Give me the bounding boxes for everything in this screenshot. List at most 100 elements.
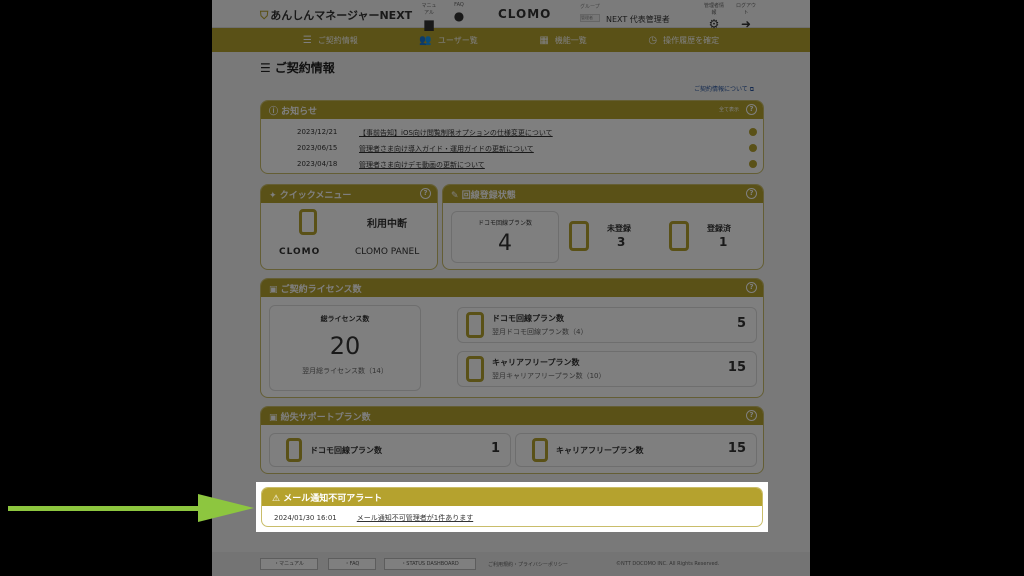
- admin-name: NEXT 代表管理者: [606, 15, 670, 24]
- license-card: ▣ ご契約ライセンス数 ? 総ライセンス数 20 翌月総ライセンス数（14） ド…: [260, 278, 764, 398]
- nav-contract[interactable]: ☰ ご契約情報: [303, 35, 358, 46]
- card-icon: ▣: [269, 413, 281, 423]
- grid-icon: ▦: [539, 34, 549, 46]
- logout-button[interactable]: ログアウト ➜: [734, 2, 758, 31]
- green-arrow-icon: [8, 494, 254, 522]
- help-icon[interactable]: ?: [746, 410, 757, 421]
- warning-icon: ⚠: [272, 494, 284, 504]
- user-gear-icon: ⚙: [708, 17, 720, 31]
- manual-label: マニュアル: [421, 3, 437, 16]
- admin-settings-label: 管理者情報: [703, 3, 724, 16]
- list-item[interactable]: 2023/12/21 【事前告知】iOS向け閲覧制限オプションの仕様変更について: [261, 125, 763, 141]
- docomo-lines-box: ドコモ回線プラン数 4: [451, 211, 559, 263]
- docomo-lines-value: 4: [498, 231, 512, 256]
- info-icon: ⓘ: [269, 107, 282, 117]
- license-title: ご契約ライセンス数: [280, 285, 362, 295]
- logout-icon: ➜: [740, 17, 752, 31]
- registered-label: 登録済: [707, 224, 731, 233]
- news-list: 2023/12/21 【事前告知】iOS向け閲覧制限オプションの仕様変更について …: [261, 119, 763, 173]
- help-icon[interactable]: ?: [746, 104, 757, 115]
- show-all-link[interactable]: 全て表示: [719, 106, 739, 113]
- header: ⛉ あんしんマネージャーNEXT マニュアル ▆ FAQ ● CLOMO グループ 管…: [212, 0, 810, 31]
- total-license-box: 総ライセンス数 20 翌月総ライセンス数（14）: [269, 305, 421, 391]
- support-docomo-label: ドコモ回線プラン数: [310, 446, 382, 455]
- chat-icon: ●: [453, 9, 465, 23]
- support-carrier-label: キャリアフリープラン数: [556, 446, 644, 455]
- nav-functions-label: 機能一覧: [554, 35, 587, 45]
- news-card: ⓘ お知らせ 全て表示 ? 2023/12/21 【事前告知】iOS向け閲覧制限オ…: [260, 100, 764, 174]
- list-item[interactable]: 2023/06/15 管理者さま向け導入ガイド・運用ガイドの更新について: [261, 141, 763, 157]
- clomo-panel-link[interactable]: CLOMO PANEL: [355, 247, 419, 257]
- group-select[interactable]: 管理者: [580, 14, 600, 22]
- users-icon: 👥: [419, 34, 432, 46]
- help-icon[interactable]: ?: [420, 188, 431, 199]
- quick-menu-body: 利用中断 CLOMO CLOMO PANEL: [261, 203, 437, 269]
- carrier-license-value: 15: [727, 360, 746, 375]
- about-contract-link[interactable]: ご契約情報について ⧉: [694, 84, 754, 94]
- footer-manual-link[interactable]: ・マニュアル: [260, 558, 318, 570]
- support-docomo-value: 1: [490, 441, 500, 456]
- unregistered-label: 未登録: [607, 224, 631, 233]
- line-status-title: 回線登録状態: [461, 191, 516, 201]
- nav-users[interactable]: 👥 ユーザー覧: [419, 35, 477, 46]
- nav-contract-label: ご契約情報: [317, 35, 358, 45]
- nav-functions[interactable]: ▦ 機能一覧: [539, 35, 586, 46]
- help-icon[interactable]: ?: [746, 188, 757, 199]
- arrow-circle-icon[interactable]: [749, 144, 757, 152]
- news-title: お知らせ: [281, 107, 317, 117]
- support-header: ▣ 紛失サポートプラン数 ?: [261, 407, 763, 425]
- smartphone-icon: [466, 356, 484, 382]
- book-icon: ▆: [424, 17, 434, 31]
- suspend-button[interactable]: 利用中断: [367, 215, 407, 230]
- news-date: 2023/12/21: [297, 128, 338, 136]
- about-contract-text: ご契約情報について: [693, 86, 748, 93]
- support-card: ▣ 紛失サポートプラン数 ? ドコモ回線プラン数 1 キャリアフリープラン数 1…: [260, 406, 764, 474]
- pin-icon: ✦: [269, 191, 280, 201]
- mail-alert-header: ⚠ メール通知不可アラート: [262, 488, 762, 506]
- footer-faq-link[interactable]: ・FAQ: [328, 558, 376, 570]
- docomo-d-icon: [466, 312, 484, 338]
- footer-terms-link[interactable]: ご利用規約・プライバシーポリシー: [488, 561, 568, 568]
- clock-icon: ◷: [648, 34, 658, 46]
- footer-status-link[interactable]: ・STATUS DASHBOARD: [384, 558, 476, 570]
- line-status-header: ✎ 回線登録状態 ?: [443, 185, 763, 203]
- arrow-circle-icon[interactable]: [749, 160, 757, 168]
- mail-alert-link[interactable]: メール通知不可管理者が1件あります: [357, 514, 473, 522]
- total-license-next: 翌月総ライセンス数（14）: [302, 367, 388, 375]
- help-icon[interactable]: ?: [746, 282, 757, 293]
- quick-menu-header: ✦ クイックメニュー ?: [261, 185, 437, 203]
- arrow-circle-icon[interactable]: [749, 128, 757, 136]
- carrier-license-next: 翌月キャリアフリープラン数（10）: [492, 372, 606, 380]
- news-link[interactable]: 管理者さま向け導入ガイド・運用ガイドの更新について: [359, 144, 534, 154]
- clomo-logo-text: CLOMO: [498, 7, 552, 21]
- admin-settings-button[interactable]: 管理者情報 ⚙: [702, 2, 726, 31]
- card-icon: ▣: [269, 285, 281, 295]
- manual-button[interactable]: マニュアル ▆: [420, 2, 438, 31]
- total-license-value: 20: [329, 332, 361, 360]
- page-title: ☰ ご契約情報: [260, 59, 810, 76]
- mail-alert-title: メール通知不可アラート: [283, 494, 383, 504]
- footer: ・マニュアル ・FAQ ・STATUS DASHBOARD ご利用規約・プライバ…: [212, 552, 810, 576]
- edit-icon: ✎: [451, 191, 462, 201]
- carrier-license-label: キャリアフリープラン数: [492, 358, 580, 367]
- app-logo[interactable]: ⛉ あんしんマネージャーNEXT: [260, 7, 412, 23]
- support-title: 紛失サポートプラン数: [280, 413, 371, 423]
- docomo-license-next: 翌月ドコモ回線プラン数（4）: [492, 328, 588, 336]
- quick-menu-title: クイックメニュー: [279, 191, 352, 201]
- license-header: ▣ ご契約ライセンス数 ?: [261, 279, 763, 297]
- main-nav: ☰ ご契約情報 👥 ユーザー覧 ▦ 機能一覧 ◷ 操作履歴を確定: [212, 28, 810, 52]
- docomo-license-box: ドコモ回線プラン数 翌月ドコモ回線プラン数（4） 5: [457, 307, 757, 343]
- news-date: 2023/06/15: [297, 144, 338, 152]
- mail-alert-row: 2024/01/30 16:01 メール通知不可管理者が1件あります: [262, 506, 762, 523]
- registered-value: 1: [719, 235, 728, 249]
- faq-button[interactable]: FAQ ●: [450, 2, 468, 23]
- nav-users-label: ユーザー覧: [437, 35, 478, 45]
- support-carrier-value: 15: [727, 441, 746, 456]
- news-header: ⓘ お知らせ 全て表示 ?: [261, 101, 763, 119]
- clomo-panel-logo: CLOMO: [279, 247, 321, 257]
- news-link[interactable]: 【事前告知】iOS向け閲覧制限オプションの仕様変更について: [359, 128, 553, 138]
- nav-history[interactable]: ◷ 操作履歴を確定: [648, 35, 719, 46]
- nav-history-label: 操作履歴を確定: [663, 35, 720, 45]
- news-link[interactable]: 管理者さま向けデモ動画の更新について: [359, 160, 485, 170]
- list-item[interactable]: 2023/04/18 管理者さま向けデモ動画の更新について: [261, 157, 763, 173]
